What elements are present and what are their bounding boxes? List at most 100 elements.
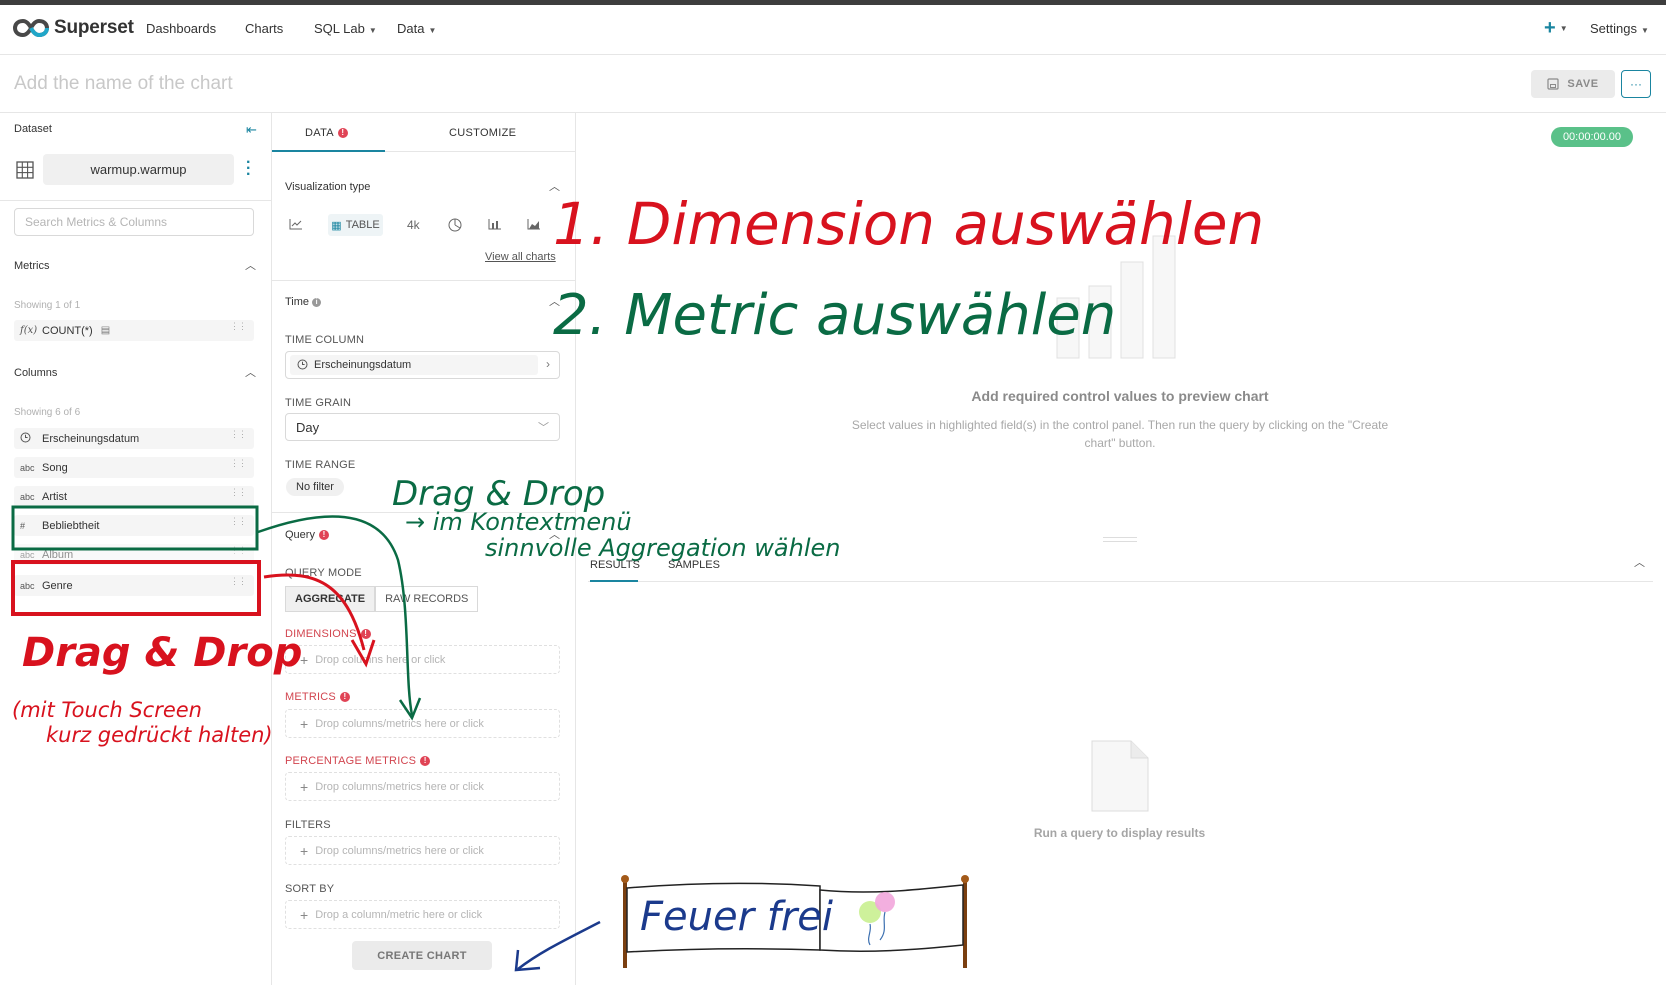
- tab-customize[interactable]: CUSTOMIZE: [449, 127, 516, 139]
- time-range-value[interactable]: No filter: [286, 478, 344, 496]
- big-number-viz[interactable]: 4k: [407, 218, 420, 232]
- time-section-title: Time i: [285, 296, 322, 308]
- column-item[interactable]: abc Album ⋮⋮: [14, 544, 254, 565]
- error-icon: !: [360, 629, 371, 640]
- metrics-placeholder: Drop columns/metrics here or click: [315, 717, 484, 730]
- create-chart-button[interactable]: CREATE CHART: [352, 941, 492, 970]
- filters-drop-zone[interactable]: + Drop columns/metrics here or click: [285, 836, 560, 865]
- percentage-metrics-drop-zone[interactable]: + Drop columns/metrics here or click: [285, 772, 560, 801]
- area-chart-icon[interactable]: [527, 218, 541, 233]
- nav-sql-lab[interactable]: SQL Lab ▼: [314, 21, 377, 36]
- dimensions-placeholder: Drop columns here or click: [315, 653, 446, 666]
- metrics-drop-zone[interactable]: + Drop columns/metrics here or click: [285, 709, 560, 738]
- placeholder-title: Add required control values to preview c…: [971, 388, 1269, 404]
- sort-by-placeholder: Drop a column/metric here or click: [315, 908, 483, 921]
- time-grain-value: Day: [296, 419, 320, 435]
- metrics-label-text: METRICS: [285, 691, 336, 703]
- brand-name: Superset: [54, 17, 134, 38]
- table-viz-button[interactable]: ▦ TABLE: [328, 214, 383, 236]
- aggregate-mode-button[interactable]: AGGREGATE: [285, 586, 376, 612]
- metrics-section-title: Metrics: [14, 260, 50, 272]
- column-label: Erscheinungsdatum: [42, 432, 140, 445]
- pie-chart-icon[interactable]: [448, 218, 462, 235]
- column-label: Artist: [42, 490, 68, 503]
- column-item[interactable]: # Bebliebtheit ⋮⋮: [14, 515, 254, 536]
- plus-icon: +: [300, 715, 309, 732]
- column-item[interactable]: abc Song ⋮⋮: [14, 457, 254, 478]
- empty-document-icon: [1091, 740, 1149, 812]
- column-item[interactable]: abc Genre ⋮⋮: [14, 575, 254, 596]
- raw-records-mode-button[interactable]: RAW RECORDS: [375, 586, 479, 612]
- metrics-label: METRICS!: [285, 691, 350, 703]
- columns-count: Showing 6 of 6: [14, 407, 81, 418]
- plus-icon: +: [300, 778, 309, 795]
- dataset-name[interactable]: warmup.warmup: [43, 154, 234, 185]
- time-column-field[interactable]: Erscheinungsdatum ›: [285, 351, 560, 379]
- plus-icon[interactable]: + ▼: [1544, 17, 1568, 40]
- viz-type-selector: ▦ TABLE 4k: [285, 214, 560, 240]
- nav-data[interactable]: Data ▼: [397, 21, 436, 36]
- chevron-up-icon[interactable]: ︿: [245, 364, 256, 380]
- dimensions-label-text: DIMENSIONS: [285, 628, 357, 640]
- table-viz-label: TABLE: [345, 219, 380, 231]
- dimensions-drop-zone[interactable]: + Drop columns here or click: [285, 645, 560, 674]
- column-item[interactable]: Erscheinungsdatum ⋮⋮: [14, 428, 254, 449]
- drag-handle-icon[interactable]: ⋮⋮: [230, 517, 247, 526]
- chevron-right-icon[interactable]: ›: [546, 357, 550, 371]
- error-icon: !: [420, 756, 431, 767]
- resize-handle[interactable]: [1103, 537, 1137, 542]
- time-grain-select[interactable]: Day ﹀: [285, 413, 560, 441]
- column-label: Genre: [42, 579, 73, 592]
- drag-handle-icon[interactable]: ⋮⋮: [230, 322, 247, 331]
- info-icon: i: [312, 297, 322, 307]
- more-options-button[interactable]: ···: [1621, 70, 1651, 98]
- string-type-icon: abc: [20, 491, 35, 502]
- time-column-value-chip[interactable]: Erscheinungsdatum: [290, 355, 538, 375]
- view-all-charts-link[interactable]: View all charts: [485, 251, 556, 263]
- drag-handle-icon[interactable]: ⋮⋮: [230, 459, 247, 468]
- drag-handle-icon[interactable]: ⋮⋮: [230, 577, 247, 586]
- string-type-icon: abc: [20, 580, 35, 591]
- chevron-up-icon[interactable]: ︿: [549, 178, 560, 194]
- line-chart-icon[interactable]: [289, 218, 303, 233]
- sort-by-drop-zone[interactable]: + Drop a column/metric here or click: [285, 900, 560, 929]
- nav-dashboards[interactable]: Dashboards: [146, 21, 216, 36]
- dataset-menu-icon[interactable]: · · ·: [246, 155, 251, 183]
- chevron-up-icon[interactable]: ︿: [1634, 554, 1645, 570]
- error-icon: !: [339, 692, 350, 703]
- empty-results-message: Run a query to display results: [1033, 826, 1206, 840]
- bar-chart-icon[interactable]: [488, 218, 502, 233]
- metric-label: COUNT(*): [42, 324, 93, 337]
- metric-item[interactable]: f(x) COUNT(*) ▤ ⋮⋮: [14, 320, 254, 341]
- tab-samples[interactable]: SAMPLES: [668, 559, 720, 571]
- query-mode-label: QUERY MODE: [285, 567, 362, 579]
- save-button[interactable]: SAVE: [1531, 70, 1615, 98]
- nav-charts[interactable]: Charts: [245, 21, 283, 36]
- chevron-down-icon: ▼: [1640, 26, 1649, 35]
- time-range-label: TIME RANGE: [285, 459, 356, 471]
- drag-handle-icon[interactable]: ⋮⋮: [230, 488, 247, 497]
- search-metrics-input[interactable]: Search Metrics & Columns: [14, 208, 254, 236]
- chevron-down-icon: ﹀: [538, 422, 549, 434]
- query-timer: 00:00:00.00: [1551, 127, 1633, 147]
- superset-logo[interactable]: Superset: [13, 17, 134, 39]
- plus-icon: +: [300, 651, 309, 668]
- plus-icon: +: [300, 906, 309, 923]
- tab-data[interactable]: DATA!: [305, 127, 348, 139]
- chart-name-input[interactable]: Add the name of the chart: [14, 73, 233, 95]
- error-icon: !: [337, 128, 348, 139]
- drag-handle-icon[interactable]: ⋮⋮: [230, 546, 247, 555]
- tab-results[interactable]: RESULTS: [590, 559, 640, 571]
- chevron-up-icon[interactable]: ︿: [549, 526, 560, 542]
- active-tab-indicator: [272, 150, 385, 152]
- placeholder-description: Select values in highlighted field(s) in…: [851, 418, 1389, 450]
- column-item[interactable]: abc Artist ⋮⋮: [14, 486, 254, 507]
- chevron-up-icon[interactable]: ︿: [245, 257, 256, 273]
- nav-settings[interactable]: Settings ▼: [1590, 21, 1649, 36]
- chevron-up-icon[interactable]: ︿: [549, 293, 560, 309]
- drag-handle-icon[interactable]: ⋮⋮: [230, 430, 247, 439]
- percentage-metrics-label-text: PERCENTAGE METRICS: [285, 755, 417, 767]
- collapse-panel-icon[interactable]: ⇤: [246, 122, 257, 138]
- save-icon: [1547, 78, 1560, 90]
- chart-header: Add the name of the chart SAVE ···: [0, 55, 1666, 113]
